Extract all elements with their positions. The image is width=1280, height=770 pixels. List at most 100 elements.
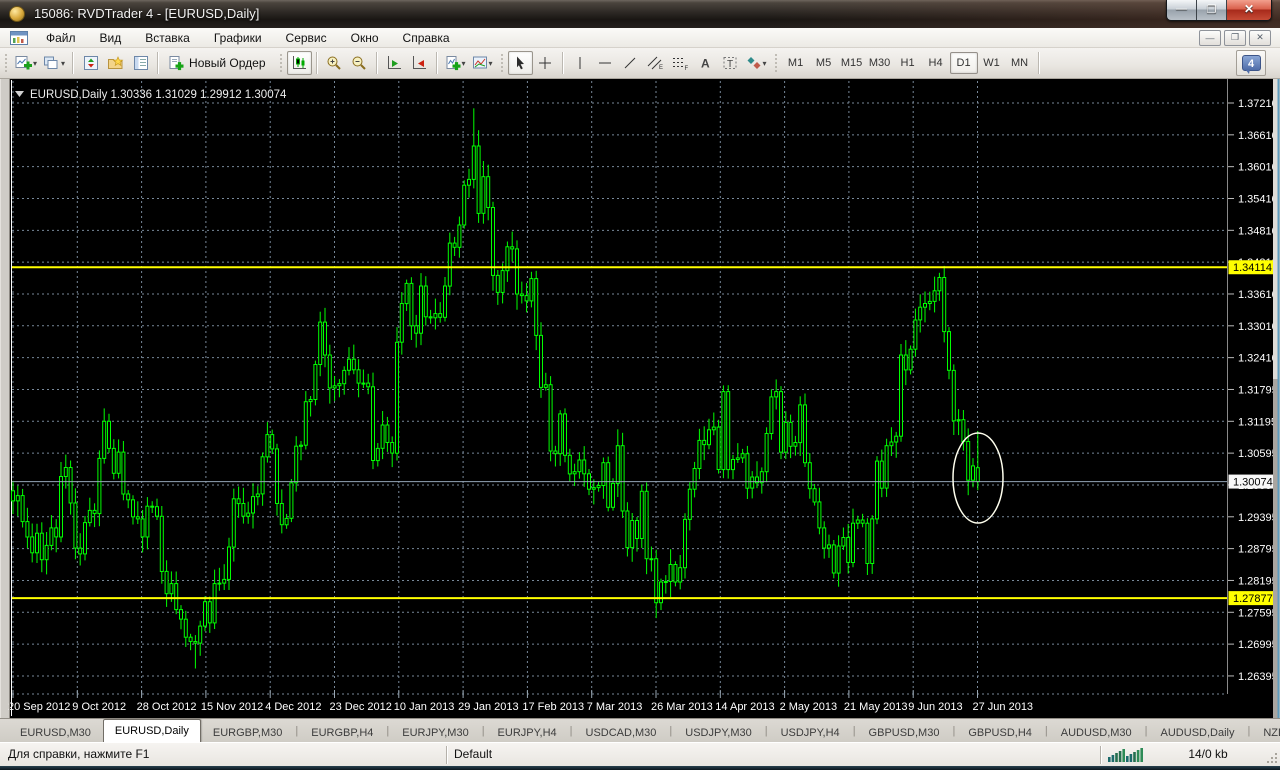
chart-tab[interactable]: EURGBP,M30 — [201, 722, 295, 742]
svg-text:A: A — [701, 57, 710, 71]
chart-tab[interactable]: GBPUSD,H4 — [956, 722, 1044, 742]
child-restore-button[interactable]: ❐ — [1224, 29, 1246, 46]
title-bar: 15086: RVDTrader 4 - [EURUSD,Daily] — ❐ … — [0, 0, 1280, 28]
chart-profiles-button[interactable]: ▾ — [40, 51, 68, 75]
chart-tab[interactable]: EURGBP,H4 — [299, 722, 385, 742]
chart-tab[interactable]: EURJPY,M30 — [390, 722, 480, 742]
chart-window: 1.372101.366101.360101.354101.348101.342… — [0, 79, 1280, 718]
toolbar-grip[interactable] — [499, 53, 505, 73]
menu-item[interactable]: Вставка — [133, 29, 202, 47]
minimize-button[interactable]: — — [1167, 0, 1197, 20]
chart-tab[interactable]: EURJPY,H4 — [486, 722, 569, 742]
community-badge: 4 — [1241, 55, 1261, 74]
svg-text:1.33610: 1.33610 — [1238, 289, 1278, 301]
timeframe-buttons: M1 M5 M15 M30 H1 H4 D1 W1 MN — [782, 52, 1034, 74]
svg-text:1.34114: 1.34114 — [1233, 262, 1272, 274]
menu-item[interactable]: Справка — [391, 29, 462, 47]
horizontal-line-tool[interactable] — [593, 51, 618, 75]
svg-text:28 Oct 2012: 28 Oct 2012 — [137, 701, 197, 713]
zoom-out-button[interactable] — [347, 51, 372, 75]
equidistant-channel-tool[interactable]: E — [643, 51, 668, 75]
close-button[interactable]: ✕ — [1227, 0, 1271, 20]
maximize-button[interactable]: ❐ — [1197, 0, 1227, 20]
market-watch-button[interactable] — [78, 51, 103, 75]
text-label-icon: T — [723, 57, 737, 70]
window-bottom-border — [0, 766, 1280, 770]
new-chart-button[interactable]: ▾ — [12, 51, 40, 75]
timeframe-mn[interactable]: MN — [1006, 52, 1034, 74]
svg-text:20 Sep 2012: 20 Sep 2012 — [8, 701, 70, 713]
profiles-icon — [44, 56, 58, 69]
toolbar-grip[interactable] — [278, 53, 284, 73]
candlestick-icon — [293, 56, 306, 69]
resize-grip[interactable] — [1266, 752, 1279, 765]
toolbar-grip[interactable] — [773, 53, 779, 73]
svg-text:26 Mar 2013: 26 Mar 2013 — [651, 701, 713, 713]
chart-shift-toggle[interactable] — [407, 51, 432, 75]
timeframe-m1[interactable]: M1 — [782, 52, 810, 74]
vertical-line-tool[interactable] — [568, 51, 593, 75]
text-label-tool[interactable]: T — [718, 51, 743, 75]
menu-item[interactable]: Сервис — [274, 29, 339, 47]
chart-symbol-ohlc: EURUSD,Daily 1.30336 1.31029 1.29912 1.3… — [15, 89, 287, 101]
crosshair-tool-button[interactable] — [533, 51, 558, 75]
chart-tab[interactable]: EURUSD,Daily — [102, 719, 201, 742]
chart-tab[interactable]: NZDUSD,M30 — [1251, 722, 1280, 742]
templates-button[interactable]: ▾ — [469, 51, 496, 75]
candlestick-chart-toggle[interactable] — [286, 51, 312, 75]
data-window-button[interactable] — [128, 51, 153, 75]
fibonacci-tool[interactable]: F — [668, 51, 693, 75]
toolbar: ▾ ▾ Новый Ордер ▾ ▾ E F A T ▾ M1 M5 M15 … — [0, 48, 1280, 79]
chart-shift-icon — [413, 56, 426, 69]
community-button[interactable]: 4 — [1236, 50, 1266, 76]
chart-window-icon — [10, 30, 28, 45]
menu-item[interactable]: Вид — [88, 29, 134, 47]
auto-scroll-icon — [388, 56, 401, 69]
chart-tab[interactable]: AUDUSD,M30 — [1049, 722, 1144, 742]
market-watch-icon — [83, 56, 98, 70]
child-minimize-button[interactable]: — — [1199, 29, 1221, 46]
status-profile[interactable]: Default — [454, 747, 492, 761]
timeframe-d1[interactable]: D1 — [949, 52, 978, 74]
svg-text:1.28195: 1.28195 — [1238, 575, 1278, 587]
new-order-button[interactable]: Новый Ордер — [163, 51, 274, 75]
app-coin-icon — [9, 6, 25, 22]
chart-tab[interactable]: USDJPY,M30 — [673, 722, 763, 742]
child-close-button[interactable]: ✕ — [1249, 29, 1271, 46]
timeframe-w1[interactable]: W1 — [978, 52, 1006, 74]
menu-item[interactable]: Графики — [202, 29, 274, 47]
chart-tab[interactable]: AUDUSD,Daily — [1149, 722, 1247, 742]
timeframe-h1[interactable]: H1 — [894, 52, 922, 74]
menu-item[interactable]: Окно — [339, 29, 391, 47]
timeframe-h4[interactable]: H4 — [922, 52, 950, 74]
svg-text:1.33010: 1.33010 — [1238, 321, 1278, 333]
svg-text:1.27877: 1.27877 — [1233, 593, 1273, 605]
new-order-label: Новый Ордер — [189, 56, 266, 70]
indicators-button[interactable]: ▾ — [442, 51, 469, 75]
text-tool[interactable]: A — [693, 51, 718, 75]
auto-scroll-toggle[interactable] — [382, 51, 407, 75]
timeframe-m5[interactable]: M5 — [810, 52, 838, 74]
cursor-tool-button[interactable] — [507, 51, 533, 75]
chart-tab[interactable]: USDJPY,H4 — [769, 722, 852, 742]
toolbar-grip[interactable] — [4, 53, 9, 73]
chart-canvas[interactable]: 1.372101.366101.360101.354101.348101.342… — [0, 79, 1280, 718]
favorites-button[interactable] — [103, 51, 128, 75]
chart-tab[interactable]: EURUSD,M30 — [8, 722, 103, 742]
horizontal-line-icon — [599, 62, 612, 64]
timeframe-m30[interactable]: M30 — [866, 52, 894, 74]
zoom-in-button[interactable] — [322, 51, 347, 75]
svg-text:1.36610: 1.36610 — [1238, 130, 1278, 142]
svg-text:EURUSD,Daily 1.30336 1.31029: EURUSD,Daily 1.30336 1.31029 1.29912 1.3… — [30, 89, 287, 101]
svg-text:1.36010: 1.36010 — [1238, 162, 1278, 174]
svg-text:F: F — [685, 66, 689, 71]
trendline-tool[interactable] — [618, 51, 643, 75]
timeframe-m15[interactable]: M15 — [838, 52, 866, 74]
chart-tab[interactable]: GBPUSD,M30 — [857, 722, 952, 742]
svg-text:9 Oct 2012: 9 Oct 2012 — [72, 701, 126, 713]
arrows-tool-button[interactable]: ▾ — [743, 51, 770, 75]
chart-tab[interactable]: USDCAD,M30 — [574, 722, 669, 742]
svg-text:1.28795: 1.28795 — [1238, 544, 1278, 556]
menu-item[interactable]: Файл — [34, 29, 88, 47]
tab-items: EURUSD,M30 EURUSD,Daily EURGBP,M30 | EURGBP,… — [8, 719, 1280, 742]
